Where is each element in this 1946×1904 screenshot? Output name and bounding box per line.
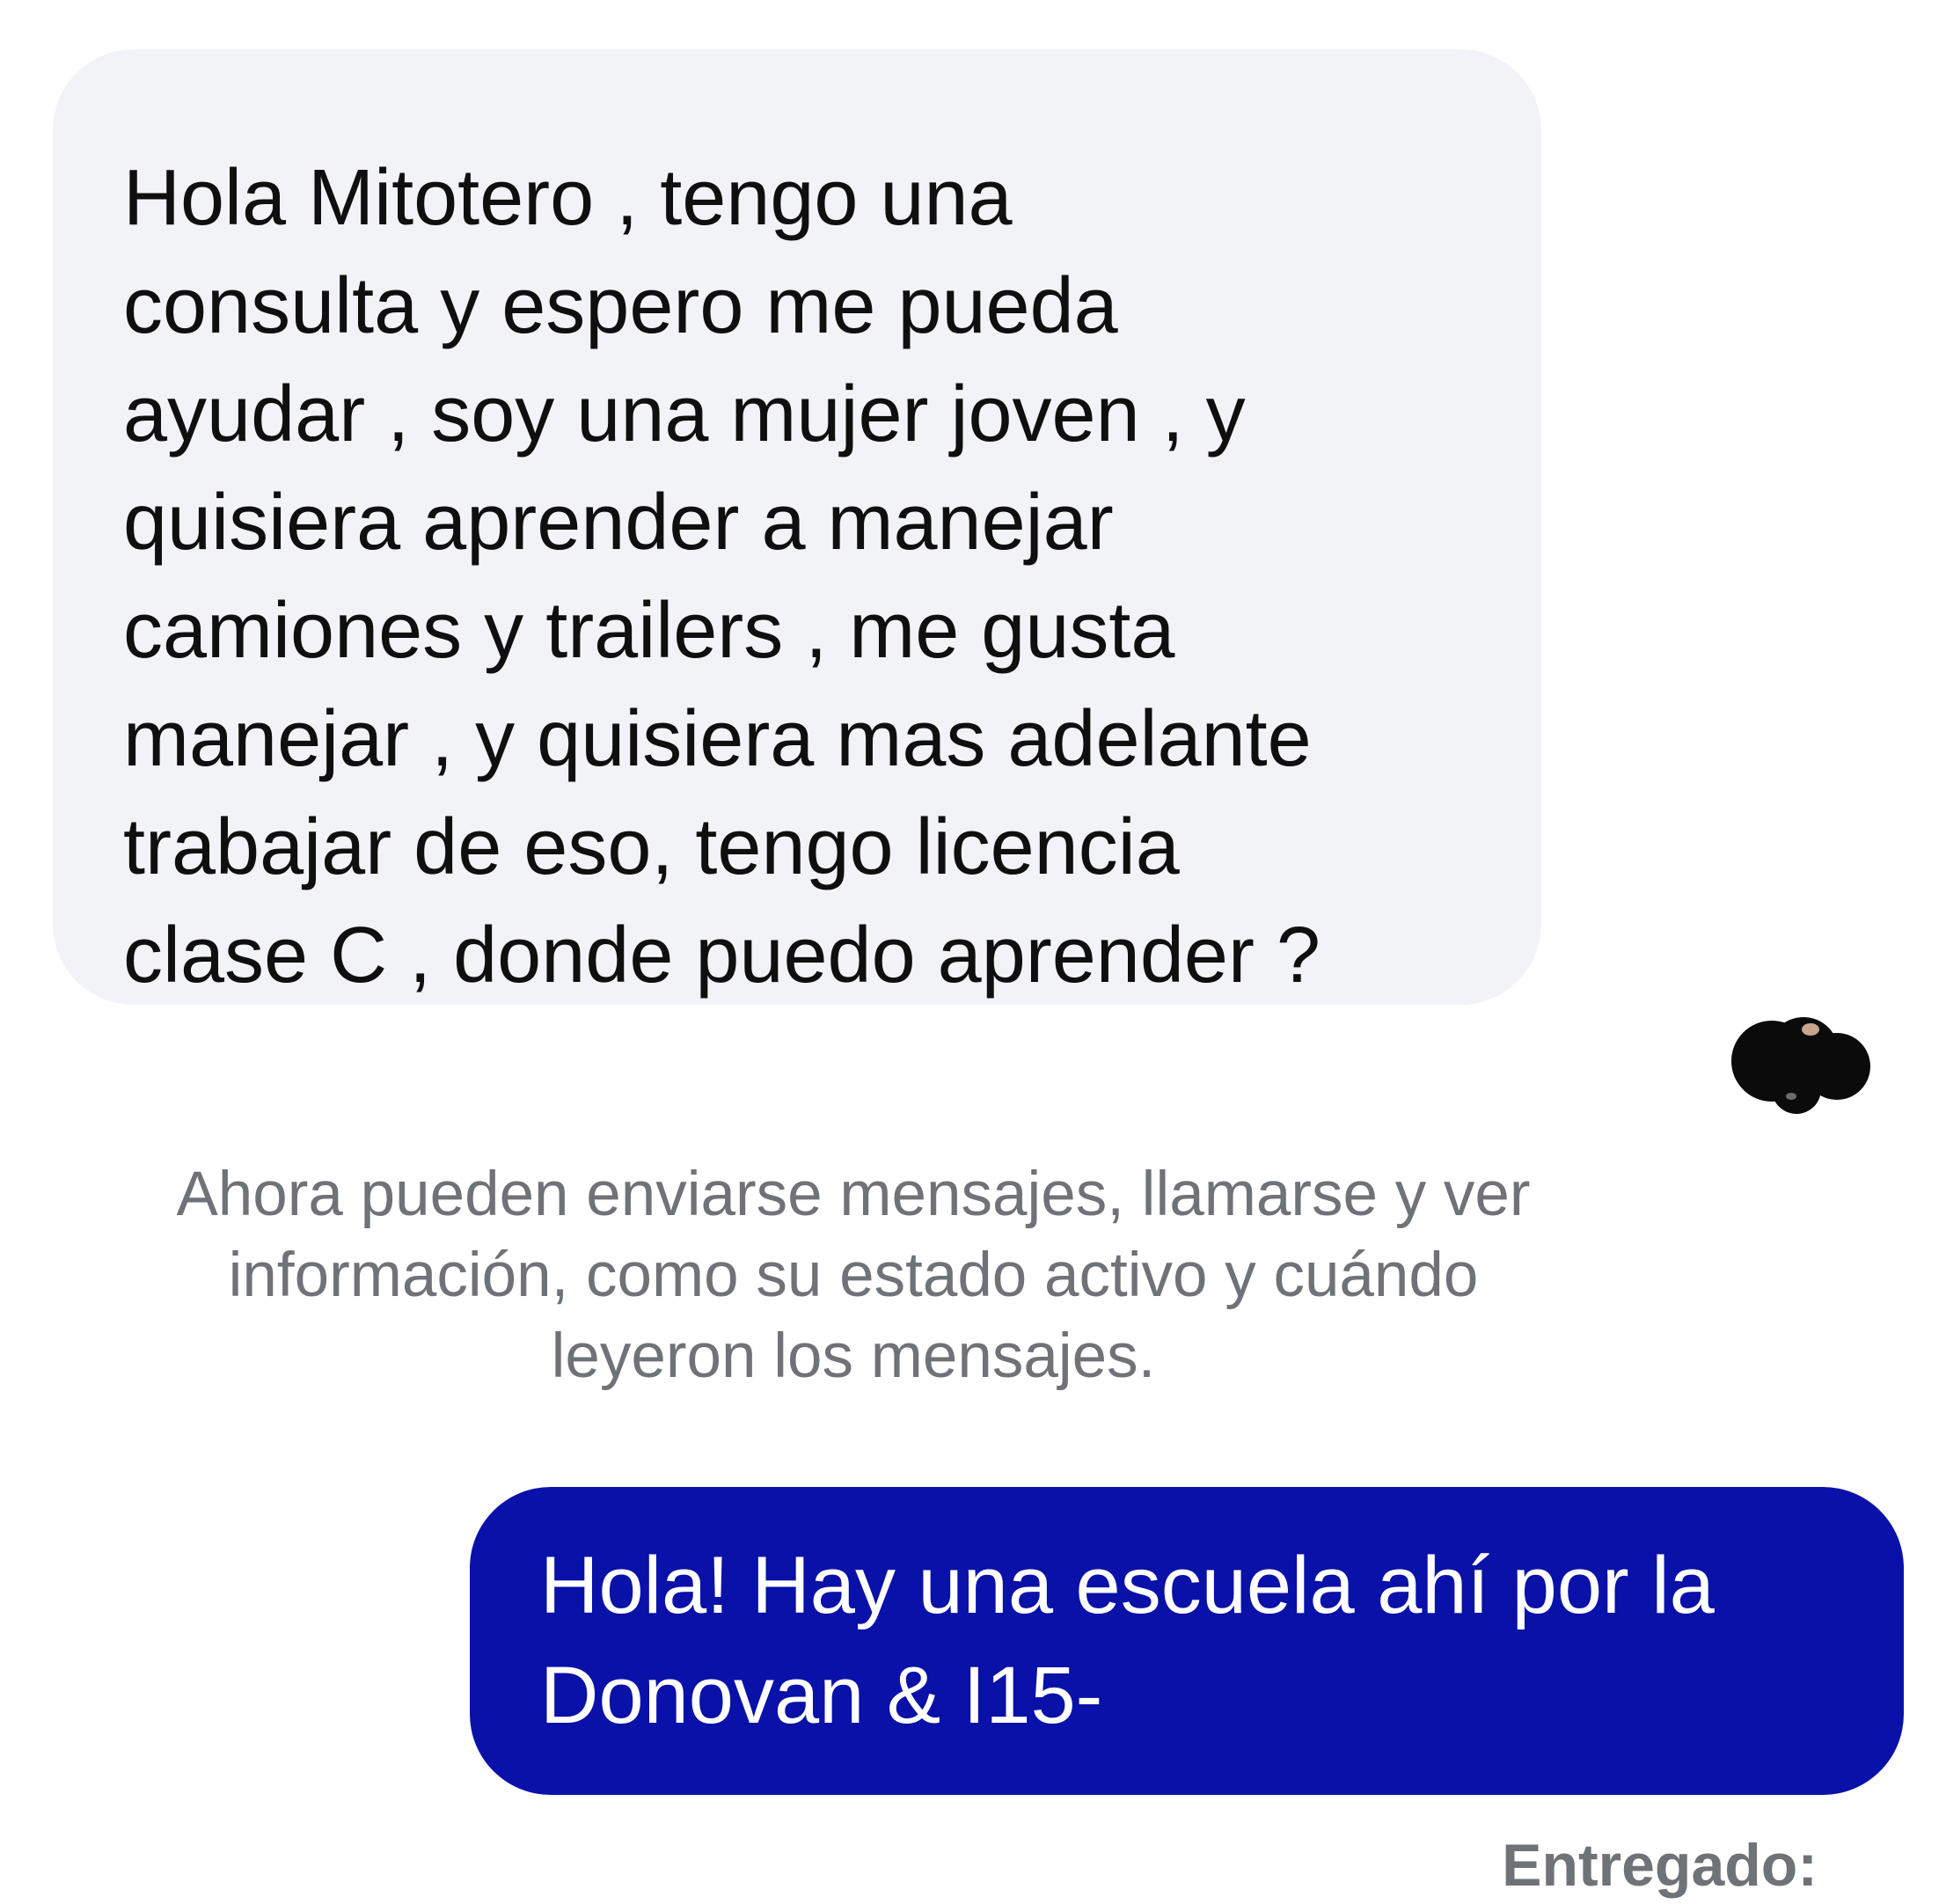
outgoing-message-line: Hola! Hay una escuela ahí por la [540,1541,1715,1630]
incoming-message-line: clase C , donde puedo aprender ? [123,912,1320,1000]
delivery-status: Entregado: [1502,1832,1818,1899]
outgoing-message-line: Donovan & I15- [540,1651,1103,1740]
incoming-message-line: ayudar , soy una mujer joven , y [123,370,1246,458]
system-notice-line: información, como su estado activo y cuá… [228,1241,1479,1310]
system-notice-line: Ahora pueden enviarse mensajes, llamarse… [176,1160,1531,1229]
read-receipt-avatar[interactable] [1730,1010,1874,1116]
redacted-avatar-icon [1731,1017,1870,1114]
incoming-message-line: consulta y espero me pueda [123,262,1118,350]
incoming-message-line: camiones y trailers , me gusta [123,587,1175,675]
incoming-message-line: trabajar de eso, tengo licencia [123,803,1180,891]
incoming-message-bubble[interactable]: Hola Mitotero , tengo una consulta y esp… [53,49,1541,1005]
system-notice: Ahora pueden enviarse mensajes, llamarse… [62,1154,1645,1397]
incoming-message-line: Hola Mitotero , tengo una [123,154,1013,242]
system-notice-line: leyeron los mensajes. [551,1322,1156,1391]
incoming-message-line: quisiera aprender a manejar [123,479,1114,567]
incoming-message-line: manejar , y quisiera mas adelante [123,695,1312,783]
outgoing-message-bubble[interactable]: Hola! Hay una escuela ahí por la Donovan… [470,1487,1904,1795]
